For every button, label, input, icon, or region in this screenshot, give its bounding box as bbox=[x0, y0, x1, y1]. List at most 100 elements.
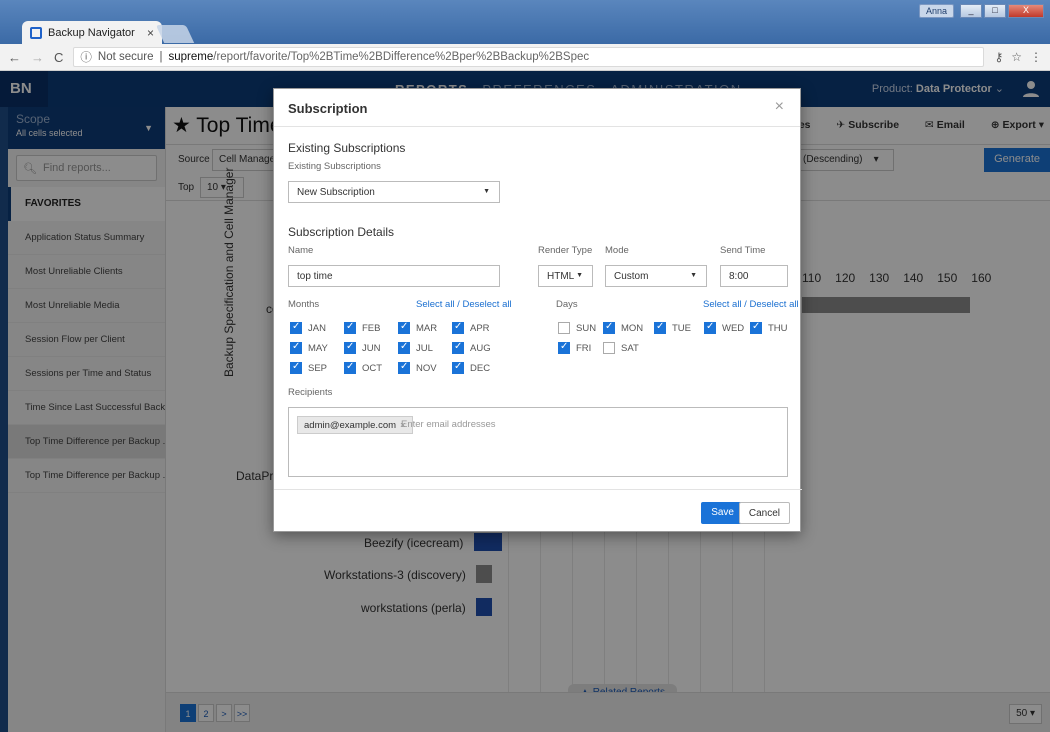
save-button[interactable]: Save bbox=[701, 502, 744, 524]
checkbox-box[interactable] bbox=[750, 321, 762, 334]
key-icon[interactable]: ⚷ bbox=[994, 50, 1003, 64]
recipients-label: Recipients bbox=[288, 387, 333, 398]
recipient-chip[interactable]: admin@example.com × bbox=[297, 416, 413, 434]
bookmark-star-icon[interactable]: ☆ bbox=[1011, 50, 1022, 64]
mode-label: Mode bbox=[605, 245, 629, 256]
window-user-label: Anna bbox=[918, 4, 954, 18]
cancel-button[interactable]: Cancel bbox=[738, 502, 790, 524]
checkbox-box[interactable] bbox=[398, 361, 410, 374]
mode-select[interactable]: Custom ▼ bbox=[605, 265, 707, 287]
checkbox-box[interactable] bbox=[344, 361, 356, 374]
month-checkbox-aug[interactable]: AUG bbox=[452, 341, 491, 354]
month-checkbox-oct[interactable]: OCT bbox=[344, 361, 382, 374]
month-checkbox-jul[interactable]: JUL bbox=[398, 341, 433, 354]
checkbox-box[interactable] bbox=[452, 341, 464, 354]
day-label: SAT bbox=[621, 342, 639, 354]
tab-close-icon[interactable]: × bbox=[147, 26, 154, 40]
send-time-input[interactable]: 8:00 bbox=[720, 265, 788, 287]
recipients-input[interactable]: admin@example.com × Enter email addresses bbox=[288, 407, 788, 477]
days-select-all-link[interactable]: Select all / Deselect all bbox=[703, 299, 799, 310]
recipients-placeholder: Enter email addresses bbox=[401, 419, 496, 430]
days-label: Days bbox=[556, 299, 578, 310]
month-label: SEP bbox=[308, 362, 328, 374]
existing-subscriptions-label: Existing Subscriptions bbox=[288, 161, 381, 172]
subscription-details-heading: Subscription Details bbox=[288, 225, 395, 239]
caret-down-icon: ▼ bbox=[576, 272, 583, 279]
checkbox-box[interactable] bbox=[344, 341, 356, 354]
name-label: Name bbox=[288, 245, 314, 256]
url-path: /report/favorite/Top%2BTime%2BDifference… bbox=[213, 51, 590, 63]
month-label: MAY bbox=[308, 342, 328, 354]
checkbox-box[interactable] bbox=[704, 321, 716, 334]
checkbox-box[interactable] bbox=[344, 321, 356, 334]
day-checkbox-tue[interactable]: TUE bbox=[654, 321, 691, 334]
url-field[interactable]: ⓘ Not secure | supreme/report/favorite/T… bbox=[73, 47, 985, 67]
month-checkbox-mar[interactable]: MAR bbox=[398, 321, 438, 334]
minimize-button[interactable]: _ bbox=[960, 4, 982, 18]
browser-menu-icon[interactable]: ⋮ bbox=[1030, 50, 1042, 64]
day-checkbox-mon[interactable]: MON bbox=[603, 321, 644, 334]
close-icon[interactable]: × bbox=[775, 98, 784, 116]
existing-subscriptions-value: New Subscription bbox=[297, 187, 375, 198]
day-checkbox-sat[interactable]: SAT bbox=[603, 342, 639, 354]
month-checkbox-jun[interactable]: JUN bbox=[344, 341, 381, 354]
reload-icon[interactable]: C bbox=[54, 50, 63, 65]
checkbox-box[interactable] bbox=[654, 321, 666, 334]
month-label: JUN bbox=[362, 342, 381, 354]
checkbox-box[interactable] bbox=[558, 341, 570, 354]
day-checkbox-sun[interactable]: SUN bbox=[558, 322, 596, 334]
render-type-label: Render Type bbox=[538, 245, 593, 256]
month-label: MAR bbox=[416, 322, 438, 334]
month-checkbox-may[interactable]: MAY bbox=[290, 341, 328, 354]
months-select-all-link[interactable]: Select all / Deselect all bbox=[416, 299, 512, 310]
checkbox-box[interactable] bbox=[290, 361, 302, 374]
checkbox-box[interactable] bbox=[558, 322, 570, 334]
month-checkbox-nov[interactable]: NOV bbox=[398, 361, 437, 374]
render-type-select[interactable]: HTML ▼ bbox=[538, 265, 593, 287]
forward-icon[interactable]: → bbox=[31, 50, 44, 65]
caret-down-icon: ▼ bbox=[483, 188, 490, 195]
tab-favicon-icon bbox=[30, 27, 42, 39]
existing-subscriptions-select[interactable]: New Subscription ▼ bbox=[288, 181, 500, 203]
month-label: NOV bbox=[416, 362, 437, 374]
window-close-button[interactable]: X bbox=[1008, 4, 1044, 18]
month-checkbox-apr[interactable]: APR bbox=[452, 321, 490, 334]
dialog-footer: Save Cancel bbox=[274, 489, 802, 533]
checkbox-box[interactable] bbox=[290, 341, 302, 354]
subscription-dialog: Subscription × Existing Subscriptions Ex… bbox=[273, 88, 802, 533]
checkbox-box[interactable] bbox=[603, 342, 615, 354]
month-checkbox-feb[interactable]: FEB bbox=[344, 321, 380, 334]
send-time-label: Send Time bbox=[720, 245, 766, 256]
checkbox-box[interactable] bbox=[603, 321, 615, 334]
checkbox-box[interactable] bbox=[452, 321, 464, 334]
browser-tab[interactable]: Backup Navigator × bbox=[22, 21, 162, 45]
day-label: MON bbox=[621, 322, 644, 334]
back-icon[interactable]: ← bbox=[8, 50, 21, 65]
month-checkbox-jan[interactable]: JAN bbox=[290, 321, 326, 334]
month-label: APR bbox=[470, 322, 490, 334]
url-divider: | bbox=[159, 51, 163, 63]
maximize-button[interactable]: □ bbox=[984, 4, 1006, 18]
window-controls: Anna _ □ X bbox=[918, 4, 1044, 18]
recipient-chip-email: admin@example.com bbox=[304, 420, 397, 431]
caret-down-icon: ▼ bbox=[690, 272, 697, 279]
name-input[interactable]: top time bbox=[288, 265, 500, 287]
checkbox-box[interactable] bbox=[452, 361, 464, 374]
info-icon[interactable]: ⓘ bbox=[80, 49, 92, 65]
day-label: FRI bbox=[576, 342, 592, 354]
day-label: SUN bbox=[576, 322, 597, 334]
existing-subscriptions-heading: Existing Subscriptions bbox=[288, 141, 406, 155]
checkbox-box[interactable] bbox=[398, 341, 410, 354]
month-label: JUL bbox=[416, 342, 433, 354]
month-label: AUG bbox=[470, 342, 491, 354]
mode-value: Custom bbox=[614, 271, 649, 282]
day-checkbox-wed[interactable]: WED bbox=[704, 321, 744, 334]
month-label: DEC bbox=[470, 362, 491, 374]
checkbox-box[interactable] bbox=[290, 321, 302, 334]
month-checkbox-sep[interactable]: SEP bbox=[290, 361, 328, 374]
checkbox-box[interactable] bbox=[398, 321, 410, 334]
day-label: THU bbox=[768, 322, 788, 334]
day-checkbox-thu[interactable]: THU bbox=[750, 321, 788, 334]
day-checkbox-fri[interactable]: FRI bbox=[558, 341, 592, 354]
month-checkbox-dec[interactable]: DEC bbox=[452, 361, 491, 374]
